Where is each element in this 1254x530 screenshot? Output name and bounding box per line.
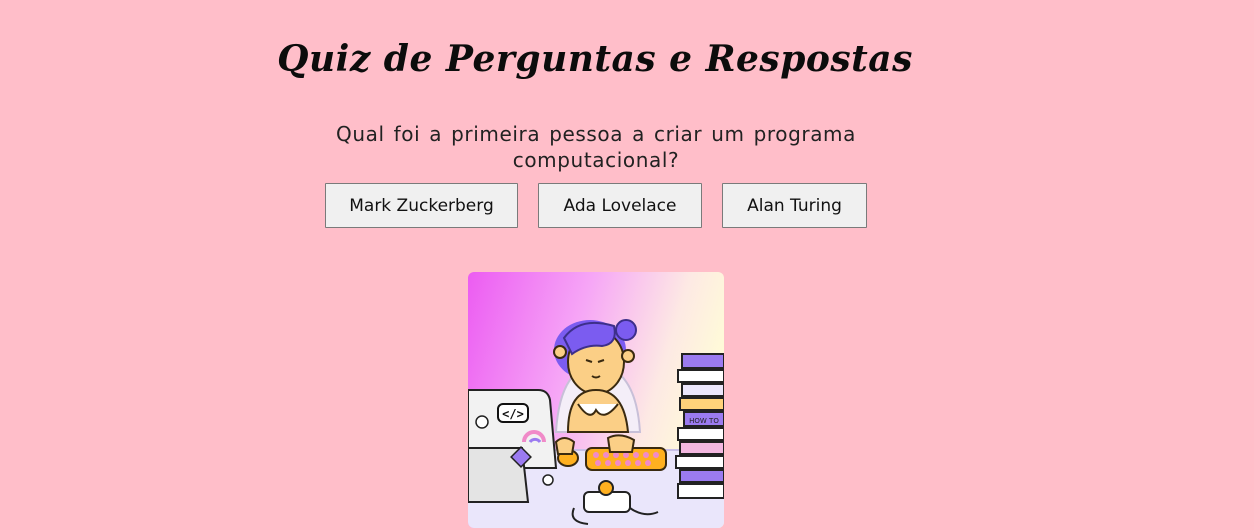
girl-programming-illustration-icon: </> HOW TO <box>468 272 724 528</box>
question-text: Qual foi a primeira pessoa a criar um pr… <box>336 122 856 172</box>
code-sticker-text: </> <box>502 407 524 421</box>
quiz-illustration: </> HOW TO <box>468 272 724 528</box>
answer-button-ada-lovelace[interactable]: Ada Lovelace <box>538 183 702 228</box>
answer-button-mark-zuckerberg[interactable]: Mark Zuckerberg <box>325 183 518 228</box>
answer-options: Mark Zuckerberg Ada Lovelace Alan Turing <box>325 183 867 228</box>
book-spine-text: HOW TO <box>689 417 719 425</box>
page-title: Quiz de Perguntas e Respostas <box>277 38 913 81</box>
answer-button-alan-turing[interactable]: Alan Turing <box>722 183 867 228</box>
